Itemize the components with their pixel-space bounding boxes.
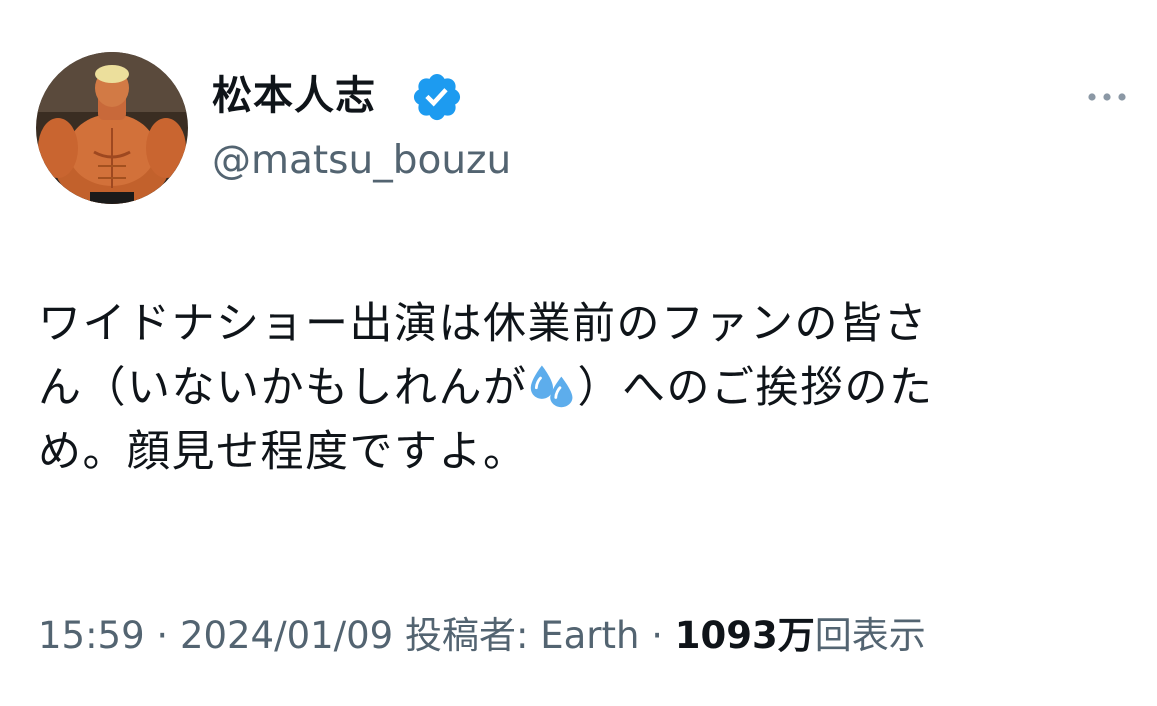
tweet-time[interactable]: 15:59 [38,614,145,657]
tweet-text: ワイドナショー出演は休業前のファンの皆さ ん（いないかもしれんが ）へのご挨拶の… [38,292,1133,484]
author-display-name[interactable]: 松本人志 [212,68,376,124]
sweat-droplets-emoji [530,365,572,408]
tweet-date[interactable]: 2024/01/09 [180,614,393,657]
tweet-line-3: め。顔見せ程度ですよ。 [38,427,528,477]
tweet-line-2-end: ）へのご挨拶のた [577,363,934,413]
author-handle[interactable]: @matsu_bouzu [212,134,511,188]
tweet-line-2-start: ん（いないかもしれんが [38,363,528,413]
tweet-source: 投稿者: Earth [404,614,640,657]
tweet-meta: 15:59 · 2024/01/09 投稿者: Earth · 1093万回表示 [38,606,926,666]
tweet-line-1: ワイドナショー出演は休業前のファンの皆さ [38,299,928,349]
verified-badge-icon [413,73,461,121]
more-horizontal-icon[interactable] [1082,80,1132,114]
tweet-line-2: ん（いないかもしれんが ）へのご挨拶のた [38,356,1133,420]
views-count[interactable]: 1093万 [675,614,815,657]
meta-separator-2: · [651,614,663,657]
avatar-image [36,52,188,204]
meta-separator-1: · [156,614,169,657]
avatar[interactable] [36,52,188,204]
views-label: 回表示 [814,614,926,657]
